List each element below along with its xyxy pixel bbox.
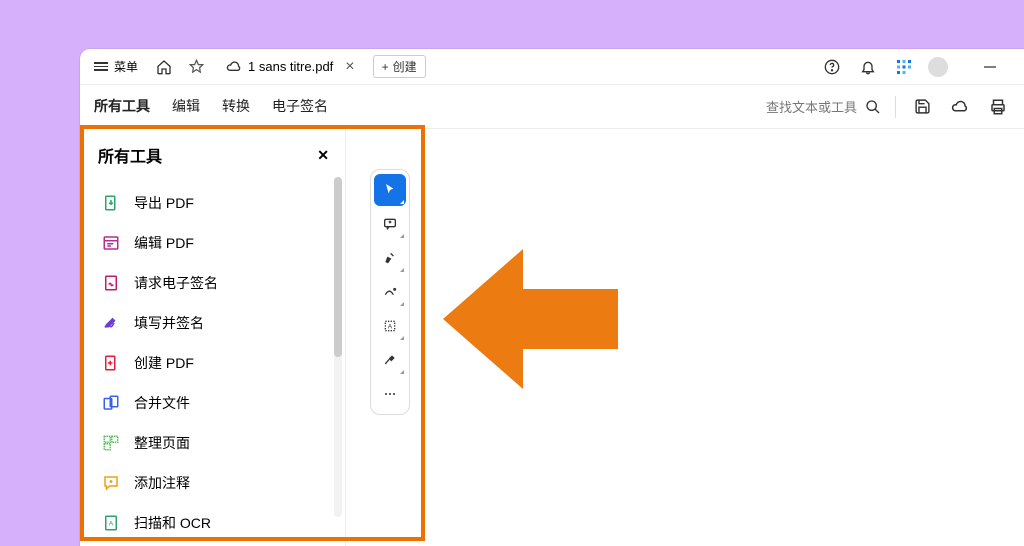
tab-title: 1 sans titre.pdf <box>248 59 333 74</box>
scrollbar-thumb[interactable] <box>334 177 342 357</box>
hamburger-icon <box>94 60 108 73</box>
corner-indicator <box>400 268 404 272</box>
svg-text:A: A <box>109 520 114 527</box>
nav-edit[interactable]: 编辑 <box>172 86 200 128</box>
home-icon <box>156 59 172 75</box>
tool-erase[interactable] <box>374 344 406 376</box>
star-icon <box>189 59 204 74</box>
tool-select[interactable] <box>374 174 406 206</box>
apps-button[interactable] <box>892 55 916 79</box>
edit-icon <box>102 234 120 252</box>
cloud-sync-icon <box>951 98 969 116</box>
search-field[interactable]: 查找文本或工具 <box>766 97 881 116</box>
sidebar-title: 所有工具 <box>98 143 162 167</box>
corner-indicator <box>400 370 404 374</box>
create-label: 创建 <box>393 58 417 75</box>
create-icon <box>102 354 120 372</box>
sidebar-item-label: 填写并签名 <box>134 313 204 333</box>
secondary-toolbar: 所有工具 编辑 转换 电子签名 查找文本或工具 <box>80 85 1024 129</box>
fillsign-icon <box>102 314 120 332</box>
tool-more[interactable] <box>374 378 406 410</box>
bell-icon <box>860 59 876 75</box>
notification-button[interactable] <box>856 55 880 79</box>
minimize-icon <box>983 60 997 74</box>
help-icon <box>824 59 840 75</box>
corner-indicator <box>400 302 404 306</box>
save-button[interactable] <box>910 95 934 119</box>
pointer-arrow-annotation <box>443 234 623 404</box>
print-icon <box>989 98 1007 116</box>
sidebar-item-scan[interactable]: A 扫描和 OCR <box>80 503 345 543</box>
divider <box>895 96 896 118</box>
sidebar-item-label: 导出 PDF <box>134 193 194 213</box>
plus-icon: + <box>382 60 389 74</box>
sidebar-item-organize[interactable]: 整理页面 <box>80 423 345 463</box>
cloud-sync-button[interactable] <box>948 95 972 119</box>
sidebar-item-label: 添加注释 <box>134 473 190 493</box>
nav-esign[interactable]: 电子签名 <box>272 86 328 128</box>
sidebar-list: 导出 PDF 编辑 PDF 请求电子签名填写并签名创建 PDF 合并文件整理页面添加注… <box>80 177 345 543</box>
home-button[interactable] <box>152 55 176 79</box>
star-button[interactable] <box>184 55 208 79</box>
tool-comment[interactable] <box>374 208 406 240</box>
sidebar-scrollbar[interactable] <box>334 177 342 517</box>
help-button[interactable] <box>820 55 844 79</box>
organize-icon <box>102 434 120 452</box>
apps-icon <box>896 59 912 75</box>
sidebar-item-combine[interactable]: 合并文件 <box>80 383 345 423</box>
combine-icon <box>102 394 120 412</box>
cloud-icon <box>226 59 242 75</box>
nav-all-tools[interactable]: 所有工具 <box>94 86 150 128</box>
sidebar-item-fillsign[interactable]: 填写并签名 <box>80 303 345 343</box>
search-icon <box>865 99 881 115</box>
menu-button[interactable]: 菜单 <box>88 54 144 79</box>
avatar[interactable] <box>928 57 948 77</box>
save-icon <box>914 98 931 115</box>
nav-tabs: 所有工具 编辑 转换 电子签名 <box>94 86 328 128</box>
floating-toolbar: A <box>370 169 410 415</box>
sidebar-item-label: 创建 PDF <box>134 353 194 373</box>
comment-icon <box>102 474 120 492</box>
corner-indicator <box>400 200 404 204</box>
sidebar-item-esign[interactable]: 请求电子签名 <box>80 263 345 303</box>
print-button[interactable] <box>986 95 1010 119</box>
tool-draw[interactable] <box>374 276 406 308</box>
minimize-button[interactable] <box>978 55 1002 79</box>
sidebar-item-export[interactable]: 导出 PDF <box>80 183 345 223</box>
sidebar-close-button[interactable]: ✕ <box>317 147 329 164</box>
sidebar-item-label: 整理页面 <box>134 433 190 453</box>
scan-icon: A <box>102 514 120 532</box>
corner-indicator <box>400 336 404 340</box>
svg-text:A: A <box>388 324 393 331</box>
corner-indicator <box>400 234 404 238</box>
sidebar-item-label: 扫描和 OCR <box>134 513 211 533</box>
sidebar-item-create[interactable]: 创建 PDF <box>80 343 345 383</box>
sidebar-item-label: 合并文件 <box>134 393 190 413</box>
sidebar-item-comment[interactable]: 添加注释 <box>80 463 345 503</box>
export-icon <box>102 194 120 212</box>
menu-label: 菜单 <box>114 58 138 75</box>
tab-close-button[interactable]: × <box>345 58 354 76</box>
sidebar-item-label: 编辑 PDF <box>134 233 194 253</box>
document-tab[interactable]: 1 sans titre.pdf × <box>216 53 365 81</box>
search-placeholder: 查找文本或工具 <box>766 97 857 116</box>
create-button[interactable]: + 创建 <box>373 55 426 78</box>
nav-convert[interactable]: 转换 <box>222 86 250 128</box>
titlebar: 菜单 1 sans titre.pdf × + 创建 <box>80 49 1024 85</box>
sidebar-item-edit[interactable]: 编辑 PDF <box>80 223 345 263</box>
esign-icon <box>102 274 120 292</box>
sidebar-panel: 所有工具 ✕ 导出 PDF 编辑 PDF 请求电子签名填写并签名创建 PDF 合并文件… <box>80 129 346 546</box>
tool-textselect[interactable]: A <box>374 310 406 342</box>
tool-highlight[interactable] <box>374 242 406 274</box>
sidebar-item-label: 请求电子签名 <box>134 273 218 293</box>
